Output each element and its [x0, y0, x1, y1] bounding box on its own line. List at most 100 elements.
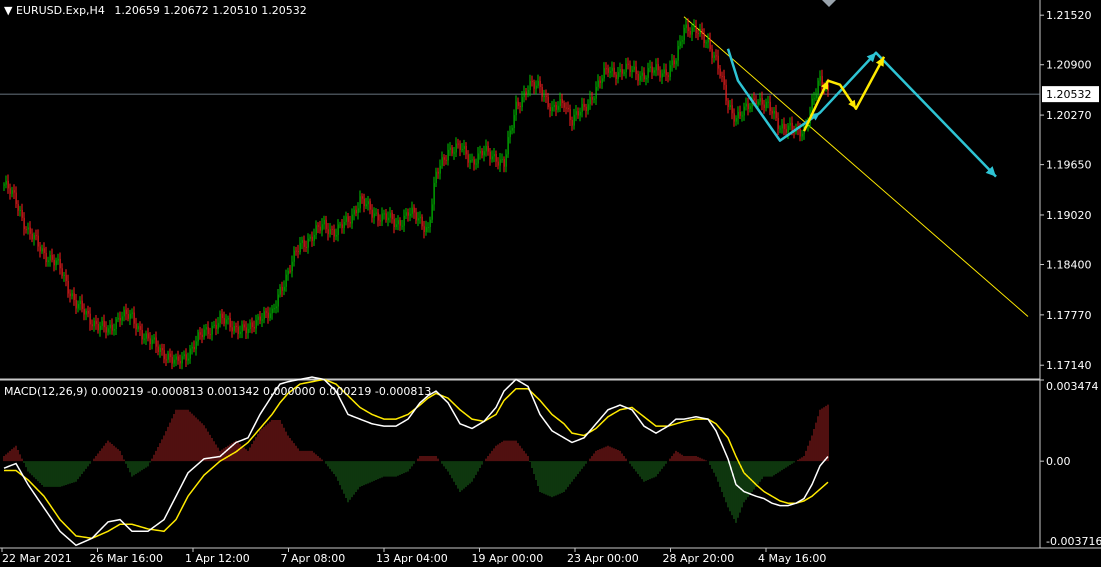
candle-body[interactable]: [689, 31, 691, 35]
candle-body[interactable]: [201, 334, 203, 338]
candle-body[interactable]: [819, 76, 821, 81]
candle-body[interactable]: [815, 93, 817, 99]
candle-body[interactable]: [771, 111, 773, 114]
candle-body[interactable]: [265, 311, 267, 313]
candle-body[interactable]: [487, 145, 489, 152]
candle-body[interactable]: [707, 38, 709, 43]
candle-body[interactable]: [631, 69, 633, 72]
candle-body[interactable]: [171, 357, 173, 364]
candle-body[interactable]: [329, 228, 331, 235]
candle-body[interactable]: [275, 306, 277, 309]
candle-body[interactable]: [779, 128, 781, 130]
candle-body[interactable]: [147, 333, 149, 339]
candle-body[interactable]: [587, 104, 589, 112]
candle-body[interactable]: [241, 324, 243, 332]
candle-body[interactable]: [45, 252, 47, 263]
candle-body[interactable]: [381, 213, 383, 222]
candle-body[interactable]: [475, 163, 477, 165]
candle-body[interactable]: [135, 323, 137, 330]
candle-body[interactable]: [467, 154, 469, 163]
candle-body[interactable]: [37, 235, 39, 247]
candle-body[interactable]: [441, 157, 443, 166]
candle-body[interactable]: [623, 72, 625, 74]
candle-body[interactable]: [245, 327, 247, 334]
candle-body[interactable]: [335, 234, 337, 237]
candle-body[interactable]: [433, 182, 435, 205]
candle-body[interactable]: [51, 254, 53, 260]
candle-body[interactable]: [155, 337, 157, 347]
candle-body[interactable]: [719, 68, 721, 77]
candle-body[interactable]: [379, 220, 381, 222]
candle-body[interactable]: [465, 146, 467, 155]
candle-body[interactable]: [521, 97, 523, 108]
candle-body[interactable]: [295, 250, 297, 252]
candle-body[interactable]: [783, 123, 785, 130]
candle-body[interactable]: [327, 229, 329, 235]
candle-body[interactable]: [627, 63, 629, 65]
candle-body[interactable]: [199, 332, 201, 335]
candle-body[interactable]: [769, 101, 771, 112]
candle-body[interactable]: [153, 337, 155, 340]
candle-body[interactable]: [287, 270, 289, 275]
candle-body[interactable]: [3, 184, 5, 186]
candle-body[interactable]: [481, 150, 483, 156]
candle-body[interactable]: [91, 324, 93, 327]
candle-body[interactable]: [281, 286, 283, 291]
candle-body[interactable]: [411, 207, 413, 214]
candle-body[interactable]: [491, 156, 493, 160]
candle-body[interactable]: [351, 214, 353, 224]
candle-body[interactable]: [621, 68, 623, 74]
candle-body[interactable]: [749, 106, 751, 110]
candle-body[interactable]: [419, 216, 421, 219]
candle-body[interactable]: [643, 72, 645, 80]
candle-body[interactable]: [375, 212, 377, 214]
candle-body[interactable]: [111, 324, 113, 331]
candle-body[interactable]: [65, 274, 67, 281]
candle-body[interactable]: [473, 159, 475, 165]
candle-body[interactable]: [271, 308, 273, 314]
candle-body[interactable]: [457, 143, 459, 145]
candle-body[interactable]: [493, 154, 495, 157]
candle-body[interactable]: [565, 107, 567, 109]
candle-body[interactable]: [693, 25, 695, 28]
candle-body[interactable]: [691, 27, 693, 35]
candle-body[interactable]: [211, 325, 213, 335]
candle-body[interactable]: [685, 24, 687, 28]
candle-body[interactable]: [267, 312, 269, 318]
candle-body[interactable]: [695, 25, 697, 33]
candle-body[interactable]: [231, 327, 233, 332]
candle-body[interactable]: [753, 98, 755, 101]
candle-body[interactable]: [13, 190, 15, 193]
candle-body[interactable]: [259, 316, 261, 321]
candle-body[interactable]: [71, 293, 73, 297]
candle-body[interactable]: [119, 317, 121, 321]
candle-body[interactable]: [713, 55, 715, 58]
candle-body[interactable]: [319, 226, 321, 231]
candle-body[interactable]: [73, 293, 75, 301]
candle-body[interactable]: [449, 147, 451, 150]
candle-body[interactable]: [425, 227, 427, 233]
candle-body[interactable]: [313, 234, 315, 241]
candle-body[interactable]: [703, 33, 705, 44]
candle-body[interactable]: [741, 115, 743, 117]
candle-body[interactable]: [435, 171, 437, 183]
candle-body[interactable]: [673, 60, 675, 65]
candle-body[interactable]: [447, 149, 449, 161]
candle-body[interactable]: [63, 274, 65, 276]
candle-body[interactable]: [19, 209, 21, 211]
candle-body[interactable]: [607, 68, 609, 73]
candle-body[interactable]: [55, 260, 57, 266]
candle-body[interactable]: [263, 311, 265, 320]
candle-body[interactable]: [609, 71, 611, 73]
candle-body[interactable]: [373, 213, 375, 218]
candle-body[interactable]: [285, 274, 287, 287]
candle-body[interactable]: [557, 105, 559, 110]
candle-body[interactable]: [495, 154, 497, 162]
candle-body[interactable]: [49, 254, 51, 261]
candle-body[interactable]: [461, 148, 463, 150]
candle-body[interactable]: [173, 359, 175, 364]
candle-body[interactable]: [745, 103, 747, 107]
candle-body[interactable]: [801, 133, 803, 137]
candle-body[interactable]: [613, 67, 615, 75]
candle-body[interactable]: [511, 127, 513, 131]
